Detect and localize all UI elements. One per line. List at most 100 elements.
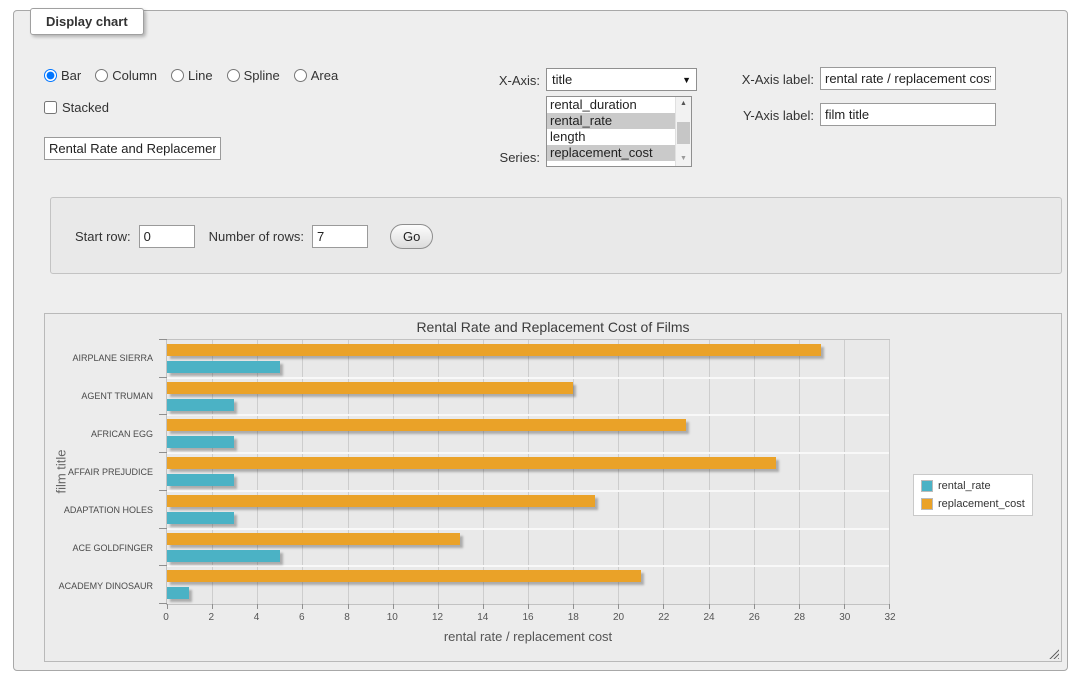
x-tick-label: 26 <box>739 612 769 623</box>
chart-legend: rental_rate replacement_cost <box>913 474 1033 516</box>
bar-replacement_cost <box>167 382 573 394</box>
x-tickmark <box>663 604 664 609</box>
series-scrollbar[interactable]: ▲ ▼ <box>675 97 691 166</box>
x-tick-label: 4 <box>242 612 272 623</box>
stacked-row: Stacked <box>44 100 109 115</box>
bar-rental_rate <box>167 474 234 486</box>
x-tickmark <box>528 604 529 609</box>
chart-type-option-column[interactable]: Column <box>95 68 157 83</box>
fieldset-legend: Display chart <box>30 8 144 35</box>
x-axis-caption-input[interactable] <box>820 67 996 90</box>
chart-type-radio-bar[interactable] <box>44 69 57 82</box>
display-chart-fieldset: BarColumnLineSplineArea Stacked X-Axis: … <box>13 10 1068 671</box>
chevron-down-icon: ▼ <box>678 75 691 85</box>
legend-label: replacement_cost <box>938 498 1025 510</box>
num-rows-label: Number of rows: <box>209 229 304 244</box>
y-tickmark <box>159 339 167 340</box>
y-category-label: ACE GOLDFINGER <box>47 543 153 553</box>
x-tick-label: 18 <box>558 612 588 623</box>
x-axis-select[interactable]: title ▼ <box>546 68 697 91</box>
y-tickmark <box>159 452 167 453</box>
series-option-replacement_cost[interactable]: replacement_cost <box>547 145 675 161</box>
x-tick-label: 2 <box>196 612 226 623</box>
category-band <box>167 491 889 529</box>
scrollbar-thumb[interactable] <box>677 122 690 144</box>
scroll-down-icon[interactable]: ▼ <box>676 152 691 166</box>
go-button[interactable]: Go <box>390 224 433 249</box>
gridline <box>889 340 890 604</box>
x-tick-label: 6 <box>287 612 317 623</box>
chart-type-radio-area[interactable] <box>294 69 307 82</box>
x-tickmark <box>709 604 710 609</box>
x-tickmark <box>754 604 755 609</box>
series-option-rental_duration[interactable]: rental_duration <box>547 97 675 113</box>
page: BarColumnLineSplineArea Stacked X-Axis: … <box>0 0 1081 681</box>
x-tickmark <box>348 604 349 609</box>
y-tickmark <box>159 377 167 378</box>
x-axis-caption-label: X-Axis label: <box>730 72 814 87</box>
series-listbox[interactable]: rental_durationrental_ratelengthreplacem… <box>546 96 692 167</box>
x-tick-label: 10 <box>377 612 407 623</box>
legend-entry-rental_rate: rental_rate <box>921 480 1025 492</box>
pagination-panel: Start row: Number of rows: Go <box>50 197 1062 274</box>
bar-replacement_cost <box>167 570 641 582</box>
chart-type-option-line[interactable]: Line <box>171 68 213 83</box>
category-band <box>167 453 889 491</box>
chart-x-axis-title: rental rate / replacement cost <box>166 629 890 644</box>
chart-type-text: Area <box>311 68 338 83</box>
x-axis-label: X-Axis: <box>454 73 540 88</box>
start-row-input[interactable] <box>139 225 195 248</box>
x-tick-label: 12 <box>423 612 453 623</box>
legend-entry-replacement_cost: replacement_cost <box>921 498 1025 510</box>
chart-type-text: Bar <box>61 68 81 83</box>
legend-label: rental_rate <box>938 480 991 492</box>
y-category-label: AFFAIR PREJUDICE <box>47 467 153 477</box>
chart-type-radio-line[interactable] <box>171 69 184 82</box>
legend-swatch <box>921 480 933 492</box>
x-tickmark <box>889 604 890 609</box>
chart-title: Rental Rate and Replacement Cost of Film… <box>45 319 1061 335</box>
bar-replacement_cost <box>167 344 821 356</box>
y-category-label: AGENT TRUMAN <box>47 391 153 401</box>
chart-type-option-bar[interactable]: Bar <box>44 68 81 83</box>
resize-handle-icon[interactable] <box>1048 648 1059 659</box>
x-tickmark <box>167 604 168 609</box>
series-option-rental_rate[interactable]: rental_rate <box>547 113 675 129</box>
bar-replacement_cost <box>167 495 595 507</box>
chart-type-radios: Bar Column Line Spline Area <box>44 68 338 83</box>
y-category-label: AIRPLANE SIERRA <box>47 353 153 363</box>
category-band <box>167 340 889 378</box>
bar-replacement_cost <box>167 419 686 431</box>
chart-title-input[interactable] <box>44 137 221 160</box>
series-option-length[interactable]: length <box>547 129 675 145</box>
chart-y-categories: AIRPLANE SIERRA AGENT TRUMAN AFRICAN EGG AF… <box>47 339 159 605</box>
chart-type-radio-column[interactable] <box>95 69 108 82</box>
x-tick-label: 32 <box>875 612 905 623</box>
bar-replacement_cost <box>167 457 776 469</box>
x-tickmark <box>618 604 619 609</box>
x-tickmark <box>844 604 845 609</box>
chart-container: Rental Rate and Replacement Cost of Film… <box>44 313 1062 662</box>
x-tick-label: 24 <box>694 612 724 623</box>
pagination-row: Start row: Number of rows: Go <box>75 224 433 249</box>
scroll-up-icon[interactable]: ▲ <box>676 97 691 111</box>
y-tickmark <box>159 528 167 529</box>
y-category-label: AFRICAN EGG <box>47 429 153 439</box>
x-tickmark <box>257 604 258 609</box>
x-tickmark <box>212 604 213 609</box>
stacked-checkbox[interactable] <box>44 101 57 114</box>
x-tickmark <box>483 604 484 609</box>
x-tickmark <box>799 604 800 609</box>
y-category-label: ACADEMY DINOSAUR <box>47 581 153 591</box>
y-axis-caption-label: Y-Axis label: <box>730 108 814 123</box>
series-listbox-items: rental_durationrental_ratelengthreplacem… <box>547 97 675 166</box>
num-rows-input[interactable] <box>312 225 368 248</box>
chart-type-option-spline[interactable]: Spline <box>227 68 280 83</box>
chart-type-option-area[interactable]: Area <box>294 68 338 83</box>
x-tickmark <box>573 604 574 609</box>
x-tick-label: 8 <box>332 612 362 623</box>
y-axis-caption-input[interactable] <box>820 103 996 126</box>
x-tick-label: 30 <box>830 612 860 623</box>
chart-type-radio-spline[interactable] <box>227 69 240 82</box>
x-tick-label: 20 <box>604 612 634 623</box>
